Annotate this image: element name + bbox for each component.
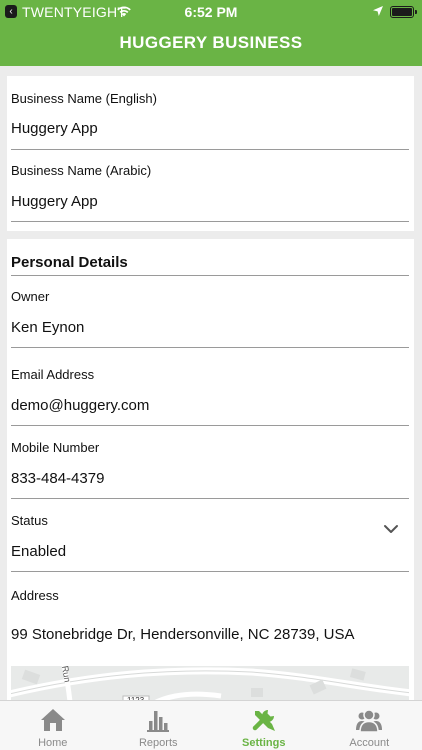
mobile-number-value[interactable]: 833-484-4379 bbox=[11, 470, 104, 487]
section-title: Personal Details bbox=[11, 254, 128, 271]
business-name-arabic-field[interactable]: Business Name (Arabic) Huggery App bbox=[11, 150, 409, 222]
tab-settings[interactable]: Settings bbox=[211, 701, 317, 750]
owner-field[interactable]: Owner Ken Eynon bbox=[11, 276, 409, 348]
page-title: HUGGERY BUSINESS bbox=[119, 33, 303, 52]
mobile-number-field[interactable]: Mobile Number 833-484-4379 bbox=[11, 426, 409, 499]
owner-value[interactable]: Ken Eynon bbox=[11, 319, 84, 336]
chevron-down-icon[interactable] bbox=[383, 524, 399, 534]
address-label: Address bbox=[11, 588, 59, 603]
email-value[interactable]: demo@huggery.com bbox=[11, 397, 149, 414]
clock: 6:52 PM bbox=[184, 4, 238, 20]
tab-label: Settings bbox=[242, 737, 286, 749]
address-map[interactable]: Run 1123 bbox=[7, 660, 414, 701]
status-value[interactable]: Enabled bbox=[11, 543, 66, 560]
address-value[interactable]: 99 Stonebridge Dr, Hendersonville, NC 28… bbox=[11, 626, 355, 643]
tab-reports[interactable]: Reports bbox=[106, 701, 212, 750]
mobile-number-label: Mobile Number bbox=[11, 440, 100, 455]
battery-icon bbox=[390, 6, 417, 18]
home-icon bbox=[40, 709, 65, 731]
business-card: Business Name (English) Huggery App Busi… bbox=[7, 76, 414, 231]
tab-label: Account bbox=[349, 737, 390, 749]
status-label: Status bbox=[11, 513, 48, 528]
tab-bar: Home Reports Settings Account bbox=[0, 700, 422, 750]
owner-label: Owner bbox=[11, 289, 50, 304]
nav-bar: HUGGERY BUSINESS bbox=[0, 24, 422, 66]
address-field[interactable]: Address 99 Stonebridge Dr, Hendersonvill… bbox=[11, 572, 409, 666]
business-name-arabic-value[interactable]: Huggery App bbox=[11, 193, 98, 210]
tab-home[interactable]: Home bbox=[0, 701, 106, 750]
tab-label: Home bbox=[38, 737, 68, 749]
tab-account[interactable]: Account bbox=[317, 701, 422, 750]
email-field[interactable]: Email Address demo@huggery.com bbox=[11, 348, 409, 426]
location-arrow-icon bbox=[373, 6, 383, 16]
status-select[interactable]: Status Enabled bbox=[11, 499, 409, 572]
business-name-english-label: Business Name (English) bbox=[11, 91, 157, 106]
status-bar: ‹ TWENTYEIGHT 6:52 PM bbox=[0, 0, 422, 24]
business-name-arabic-label: Business Name (Arabic) bbox=[11, 163, 152, 178]
users-icon bbox=[356, 709, 383, 733]
tab-label: Reports bbox=[138, 737, 178, 749]
business-name-english-field[interactable]: Business Name (English) Huggery App bbox=[11, 76, 409, 150]
personal-details-card: Personal Details Owner Ken Eynon Email A… bbox=[7, 239, 414, 701]
bar-chart-icon bbox=[147, 711, 170, 732]
tools-icon bbox=[252, 710, 275, 731]
email-label: Email Address bbox=[11, 367, 95, 382]
business-name-english-value[interactable]: Huggery App bbox=[11, 120, 98, 137]
